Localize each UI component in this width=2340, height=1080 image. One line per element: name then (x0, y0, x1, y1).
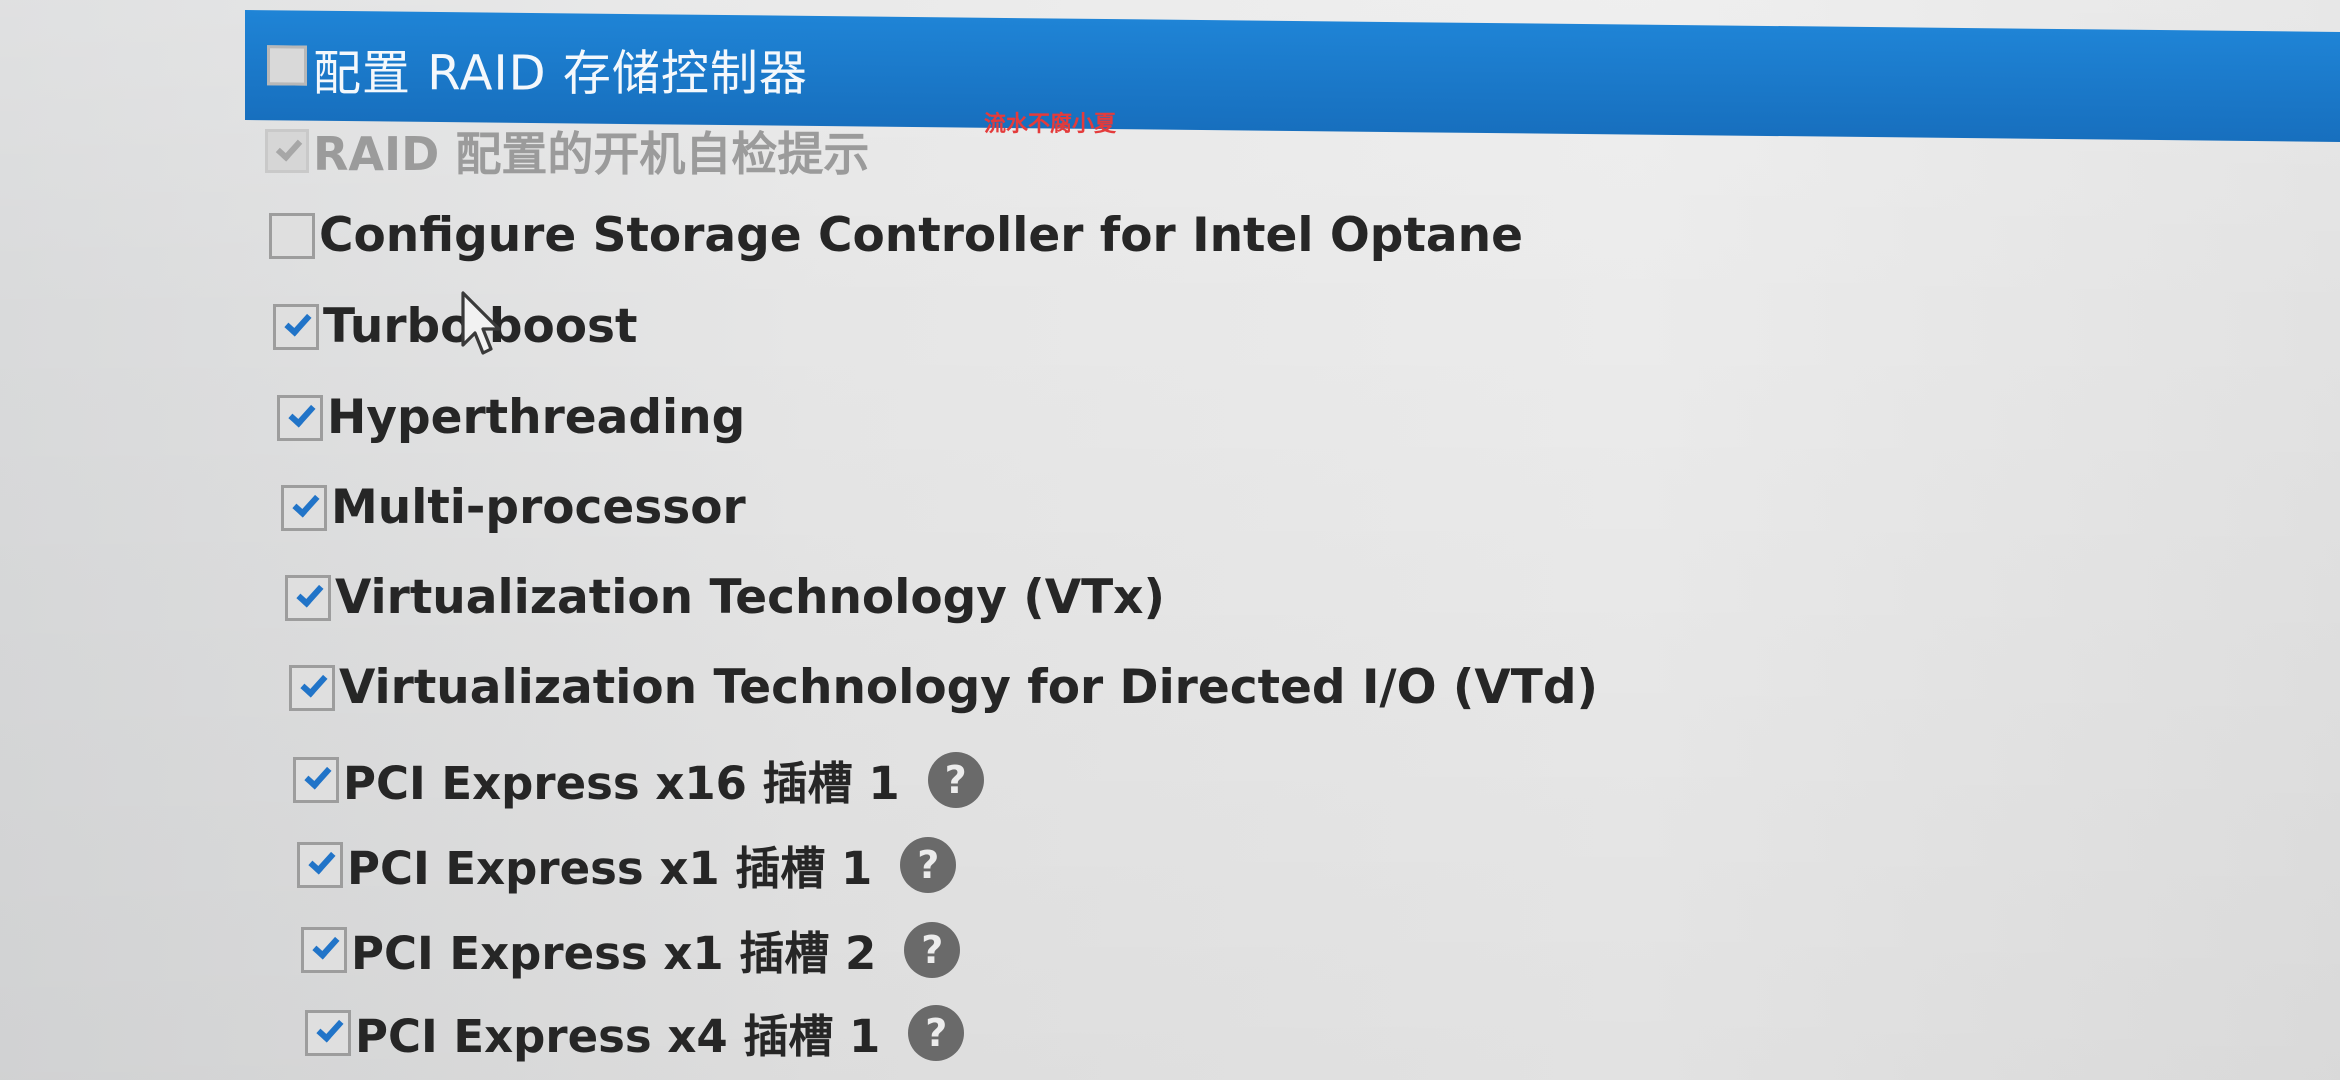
watermark-text: 流水不腐小夏 (984, 112, 1117, 137)
option-pcie-x1-slot2[interactable]: PCI Express x1 插槽 2 ? (301, 917, 961, 982)
option-virtualization-vtx[interactable]: Virtualization Technology (VTx) (285, 570, 1165, 625)
option-raid-post-prompt[interactable]: RAID 配置的开机自检提示 (265, 118, 869, 184)
raid-config-title: 配置 RAID 存储控制器 (313, 45, 808, 102)
option-label: RAID 配置的开机自检提示 (313, 127, 870, 181)
raid-config-checkbox-icon[interactable] (267, 45, 307, 86)
option-label: PCI Express x1 插槽 2 (351, 927, 877, 980)
checkmark-icon (276, 134, 303, 161)
option-turbo-boost[interactable]: Turbo boost (273, 299, 638, 354)
checkbox-icon[interactable] (293, 756, 339, 803)
option-pcie-x1-slot1[interactable]: PCI Express x1 插槽 1 ? (297, 832, 957, 897)
option-pcie-x16-slot1[interactable]: PCI Express x16 插槽 1 ? (293, 747, 984, 812)
option-label: PCI Express x1 插槽 1 (347, 842, 873, 895)
checkbox-icon[interactable] (269, 212, 315, 259)
checkmark-icon (308, 846, 336, 875)
checkmark-icon (292, 489, 320, 518)
checkbox-icon[interactable] (277, 394, 323, 441)
checkbox-icon[interactable] (281, 484, 327, 531)
checkbox-icon[interactable] (297, 841, 343, 888)
option-hyperthreading[interactable]: Hyperthreading (277, 390, 745, 445)
option-multi-processor[interactable]: Multi-processor (281, 480, 746, 535)
checkmark-icon (296, 579, 324, 608)
question-circle-icon[interactable]: ? (927, 751, 984, 808)
option-label: PCI Express x4 插槽 1 (355, 1010, 881, 1063)
checkbox-icon[interactable] (289, 664, 335, 711)
option-label: Virtualization Technology (VTx) (335, 570, 1165, 625)
checkbox-icon[interactable] (285, 574, 331, 621)
checkbox-icon[interactable] (273, 303, 319, 350)
option-label: Multi-processor (331, 480, 746, 535)
question-circle-icon[interactable]: ? (904, 921, 961, 978)
checkmark-icon (304, 761, 332, 790)
option-label: Hyperthreading (327, 390, 746, 445)
checkmark-icon (316, 1014, 344, 1043)
checkmark-icon (312, 931, 340, 960)
option-pcie-x4-slot1[interactable]: PCI Express x4 插槽 1 ? (305, 1000, 965, 1065)
mouse-pointer-icon (461, 291, 501, 355)
checkbox-icon[interactable] (305, 1009, 351, 1056)
option-label: Virtualization Technology for Directed I… (339, 660, 1598, 715)
checkbox-icon[interactable] (265, 129, 309, 173)
question-circle-icon[interactable]: ? (900, 836, 957, 893)
option-virtualization-vtd[interactable]: Virtualization Technology for Directed I… (289, 660, 1598, 715)
option-label: Configure Storage Controller for Intel O… (319, 208, 1523, 263)
checkmark-icon (288, 399, 316, 428)
question-circle-icon[interactable]: ? (908, 1004, 965, 1061)
option-storage-controller-optane[interactable]: Configure Storage Controller for Intel O… (269, 208, 1523, 263)
option-label: PCI Express x16 插槽 1 (343, 757, 900, 810)
checkmark-icon (300, 669, 328, 698)
checkmark-icon (284, 308, 312, 337)
checkbox-icon[interactable] (301, 926, 347, 973)
